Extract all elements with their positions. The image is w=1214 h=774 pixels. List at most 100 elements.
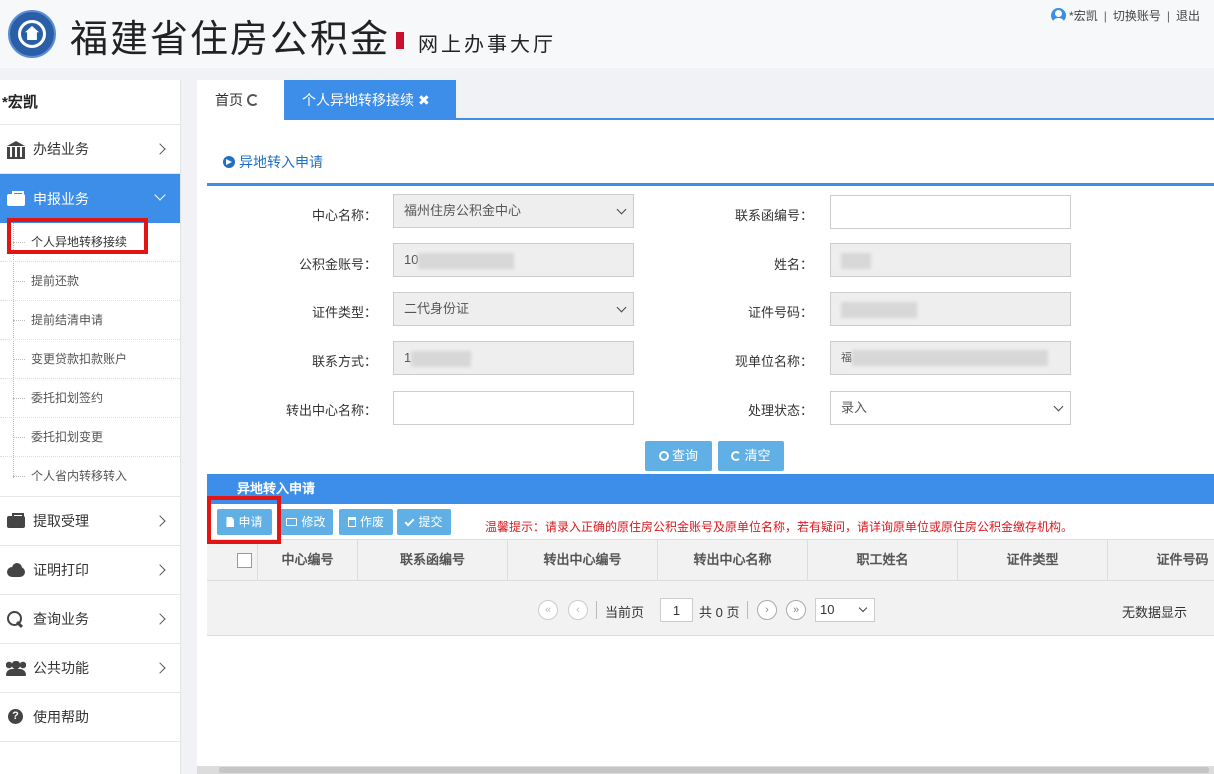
- redacted-block: [411, 350, 472, 367]
- last-page-button[interactable]: »: [786, 600, 806, 620]
- column-header[interactable]: 转出中心名称: [657, 540, 807, 580]
- logo-icon: [8, 10, 56, 58]
- sidebar-item-certificate[interactable]: 证明打印: [0, 546, 180, 595]
- name-label: 姓名：: [773, 257, 813, 272]
- switch-account-link[interactable]: 切换账号: [1113, 7, 1161, 24]
- name-input[interactable]: [830, 243, 1071, 277]
- refresh-icon[interactable]: [247, 94, 259, 106]
- table-header-spacer: [207, 540, 227, 580]
- submenu-item-province-transfer[interactable]: 个人省内转移转入: [0, 457, 180, 496]
- user-name[interactable]: *宏凯: [1069, 7, 1098, 24]
- clear-button[interactable]: 清空: [718, 441, 784, 471]
- tab-label: 个人异地转移接续: [302, 92, 414, 108]
- sidebar-item-label: 公共功能: [33, 660, 89, 676]
- grid-title: 异地转入申请: [207, 474, 1214, 504]
- contact-label: 联系方式：: [311, 354, 377, 369]
- page-size-select[interactable]: 10: [815, 598, 875, 622]
- sidebar-item-label: 使用帮助: [33, 709, 89, 725]
- first-page-button[interactable]: «: [538, 600, 558, 620]
- sidebar-item-label: 办结业务: [33, 141, 89, 157]
- contact-input[interactable]: 1: [393, 341, 634, 375]
- sidebar-user: *宏凯: [0, 80, 180, 125]
- chevron-right-icon: [154, 662, 166, 674]
- account-value: 10: [404, 252, 419, 267]
- site-title: 福建省住房公积金: [70, 17, 391, 61]
- query-button[interactable]: 查询: [645, 441, 712, 471]
- employer-input[interactable]: 福: [830, 341, 1071, 375]
- sidebar-item-help[interactable]: 使用帮助: [0, 693, 180, 742]
- sidebar-item-label: 证明打印: [33, 562, 89, 578]
- id-type-value: 二代身份证: [404, 301, 470, 316]
- submenu-item-settle[interactable]: 提前结清申请: [0, 301, 180, 340]
- out-center-input[interactable]: [393, 391, 634, 425]
- page-input[interactable]: 1: [660, 598, 693, 622]
- page-size-value: 10: [820, 602, 835, 617]
- briefcase-icon: [6, 190, 28, 207]
- column-header[interactable]: 联系函编号: [357, 540, 507, 580]
- status-select[interactable]: 录入: [830, 391, 1071, 425]
- pager-divider: [747, 601, 748, 619]
- section-title: 异地转入申请: [223, 152, 323, 172]
- redacted-block: [418, 252, 515, 269]
- pager-divider: [596, 601, 597, 619]
- sidebar-item-label: 查询业务: [33, 611, 89, 627]
- chevron-down-icon: [616, 302, 627, 313]
- chevron-down-icon: [616, 204, 627, 215]
- submenu-item-sign[interactable]: 委托扣划签约: [0, 379, 180, 418]
- next-page-button[interactable]: ›: [757, 600, 777, 620]
- close-icon[interactable]: ✖: [418, 80, 430, 120]
- main-content: 首页 个人异地转移接续 ✖ 异地转入申请 中心名称： 福州住房公积金中心 联系函编…: [197, 80, 1214, 774]
- id-type-select[interactable]: 二代身份证: [393, 292, 634, 326]
- declare-submenu: 个人异地转移接续 提前还款 提前结清申请 变更贷款扣款账户 委托扣划签约 委托扣…: [0, 218, 180, 497]
- tab-transfer[interactable]: 个人异地转移接续 ✖: [284, 80, 456, 120]
- column-header[interactable]: 转出中心编号: [507, 540, 657, 580]
- clear-label: 清空: [744, 448, 771, 463]
- highlight-box: [207, 496, 281, 544]
- void-button[interactable]: 作废: [339, 509, 393, 535]
- section-divider: [207, 183, 1214, 186]
- page-header: 福建省住房公积金 网上办事大厅 *宏凯 | 切换账号 | 退出: [0, 0, 1214, 68]
- column-header[interactable]: 证件类型: [957, 540, 1107, 580]
- chevron-right-icon: [154, 143, 166, 155]
- sidebar-item-completed[interactable]: 办结业务: [0, 125, 180, 174]
- submenu-item-change-sign[interactable]: 委托扣划变更: [0, 418, 180, 457]
- cloud-icon: [6, 562, 28, 578]
- horizontal-scrollbar[interactable]: [197, 766, 1214, 774]
- account-input[interactable]: 10: [393, 243, 634, 277]
- submenu-item-prepay[interactable]: 提前还款: [0, 262, 180, 301]
- column-header[interactable]: 职工姓名: [807, 540, 957, 580]
- status-value: 录入: [841, 400, 868, 415]
- current-page-label: 当前页: [605, 605, 645, 620]
- contact-value: 1: [404, 350, 412, 365]
- chevron-right-icon: [154, 515, 166, 527]
- sidebar-item-query[interactable]: 查询业务: [0, 595, 180, 644]
- column-header[interactable]: 证件号码: [1107, 540, 1214, 580]
- user-area: *宏凯 | 切换账号 | 退出: [1051, 7, 1200, 24]
- logout-link[interactable]: 退出: [1176, 7, 1200, 24]
- sidebar-item-declare[interactable]: 申报业务: [0, 174, 180, 223]
- grid-toolbar: 申请 修改 作废 提交 温馨提示：请录入正确的原住房公积金账号及原单位名称，若有…: [207, 504, 1214, 539]
- chevron-right-icon: [154, 613, 166, 625]
- tip-text: 温馨提示：请录入正确的原住房公积金账号及原单位名称，若有疑问，请详询原单位或原住…: [485, 520, 1074, 534]
- arrow-circle-icon: [223, 156, 235, 168]
- edit-button[interactable]: 修改: [279, 509, 333, 535]
- prev-page-button[interactable]: ‹: [568, 600, 588, 620]
- column-header[interactable]: 中心编号: [257, 540, 357, 580]
- help-icon: [6, 709, 28, 725]
- id-no-input[interactable]: [830, 292, 1071, 326]
- select-all-checkbox[interactable]: [237, 553, 252, 568]
- center-name-value: 福州住房公积金中心: [404, 203, 522, 218]
- letter-no-input[interactable]: [830, 195, 1071, 229]
- center-name-select[interactable]: 福州住房公积金中心: [393, 194, 634, 228]
- sidebar-item-withdraw[interactable]: 提取受理: [0, 497, 180, 546]
- submenu-item-change-account[interactable]: 变更贷款扣款账户: [0, 340, 180, 379]
- tab-home[interactable]: 首页: [197, 80, 284, 120]
- brand-divider: [396, 32, 404, 49]
- submit-button[interactable]: 提交: [397, 509, 451, 535]
- submenu-item-transfer[interactable]: 个人异地转移接续: [0, 218, 180, 262]
- submit-label: 提交: [418, 515, 443, 529]
- sidebar-item-public[interactable]: 公共功能: [0, 644, 180, 693]
- account-label: 公积金账号：: [298, 257, 377, 272]
- redacted-block: [841, 301, 917, 318]
- employer-value: 福: [841, 352, 852, 364]
